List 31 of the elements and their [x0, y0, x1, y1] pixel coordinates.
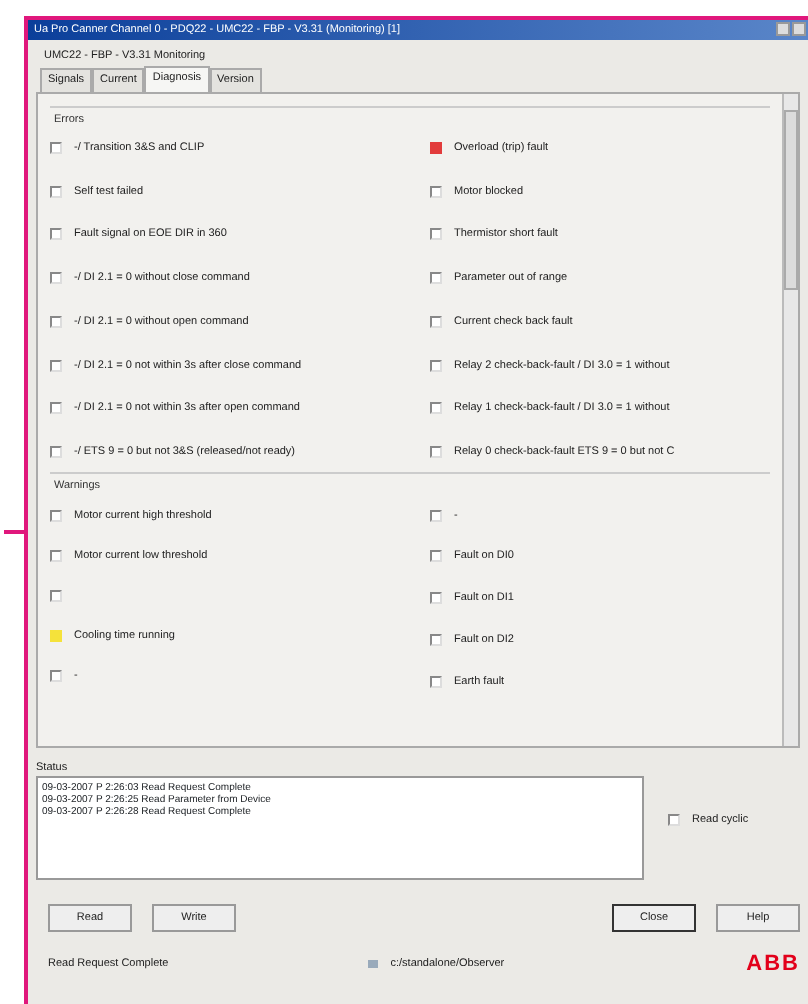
checkbox[interactable] [50, 359, 62, 372]
checkbox[interactable] [50, 141, 62, 154]
checkbox[interactable] [430, 509, 442, 522]
checkbox[interactable] [50, 446, 62, 459]
checkbox[interactable] [50, 550, 62, 563]
checkbox[interactable] [430, 315, 442, 328]
checkbox[interactable] [430, 402, 442, 415]
checkbox[interactable] [668, 813, 680, 826]
checkbox[interactable] [430, 675, 442, 688]
checkbox[interactable] [50, 590, 62, 602]
checkbox[interactable] [430, 550, 442, 563]
checkbox[interactable] [50, 402, 62, 415]
checkbox[interactable] [50, 228, 62, 241]
logo: ABB [746, 950, 800, 980]
checkbox[interactable] [430, 141, 442, 154]
checkbox[interactable] [430, 592, 442, 605]
checkbox[interactable] [430, 272, 442, 285]
checkbox[interactable] [50, 509, 62, 522]
maximize-button[interactable] [792, 22, 806, 36]
checkbox[interactable] [430, 633, 442, 646]
scrollbar[interactable] [782, 93, 798, 745]
checkbox[interactable] [50, 272, 62, 285]
checkbox[interactable] [50, 315, 62, 328]
checkbox[interactable] [430, 185, 442, 198]
checkbox[interactable] [50, 185, 62, 198]
minimize-button[interactable] [776, 22, 790, 36]
checkbox[interactable] [430, 228, 442, 241]
computer-icon [368, 960, 379, 969]
checkbox[interactable] [430, 446, 442, 459]
checkbox[interactable] [50, 670, 62, 683]
checkbox[interactable] [430, 359, 442, 372]
